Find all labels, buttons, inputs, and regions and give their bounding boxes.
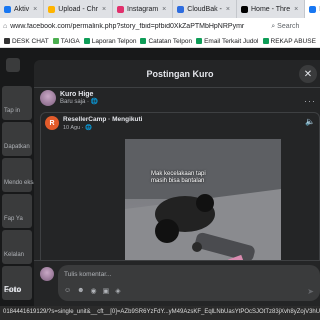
- tab-close-icon[interactable]: ×: [162, 6, 166, 13]
- gif-icon[interactable]: ▣: [103, 287, 110, 295]
- volume-icon[interactable]: 🔈: [305, 117, 315, 126]
- tab-favicon-icon: [117, 5, 125, 13]
- browser-tab[interactable]: CloudBak - ×: [173, 0, 237, 18]
- bookmark-item[interactable]: TAIGA: [52, 37, 80, 45]
- browser-tab[interactable]: Instagram ×: [113, 0, 174, 18]
- post-time[interactable]: Baru saja · 🌐: [60, 98, 98, 105]
- tab-favicon-icon: [4, 5, 11, 13]
- browser-tab[interactable]: Home - Thre ×: [237, 0, 306, 18]
- send-icon[interactable]: ➤: [307, 287, 314, 296]
- background-thumbnail: [2, 122, 32, 156]
- tab-title: Upload - Chr: [58, 5, 98, 13]
- bookmarks-bar: DESK CHAT TAIGA Laporan Telpon Catatan Telp…: [0, 35, 320, 48]
- browser-tab[interactable]: Facebook×: [305, 0, 320, 18]
- close-icon: ✕: [303, 68, 313, 80]
- background-label: Tap in: [4, 108, 21, 114]
- status-url: 0184441619129/?s=single_unit&__cft__[0]=…: [0, 306, 320, 320]
- background-thumbnail: [2, 230, 32, 264]
- comment-tools: ☺ ☻ ◉ ▣ ◈: [64, 287, 121, 295]
- bookmark-item[interactable]: Email Terkait Judol: [196, 37, 259, 45]
- post-author: Kuro Hige Baru saja · 🌐: [40, 90, 98, 106]
- tab-title: Aktiv: [14, 5, 30, 13]
- tab-close-icon[interactable]: ×: [102, 6, 106, 13]
- bookmark-icon: [52, 38, 59, 44]
- bookmark-label: Catatan Telpon: [148, 37, 193, 45]
- tab-close-icon[interactable]: ×: [294, 6, 298, 13]
- browser-tab[interactable]: Aktiv ×: [0, 0, 45, 18]
- camera-icon[interactable]: ◉: [91, 287, 97, 295]
- comment-box[interactable]: ☺ ☻ ◉ ▣ ◈ ➤: [58, 265, 320, 301]
- author-name[interactable]: Kuro Hige: [60, 91, 98, 98]
- comment-input[interactable]: [64, 268, 264, 280]
- tab-close-icon[interactable]: ×: [33, 6, 37, 13]
- background-label: Mendo eksa: [4, 180, 37, 186]
- tab-title: Instagram: [127, 5, 159, 13]
- tab-strip: Aktiv × Upload - Chr × Instagram × CloudBak - ×…: [0, 0, 320, 18]
- modal-title: Postingan Kuro: [146, 68, 214, 79]
- tab-favicon-icon: [177, 5, 185, 13]
- address-bar[interactable]: ⌂ www.facebook.com/permalink.php?story_f…: [0, 18, 320, 35]
- tab-title: Home - Thre: [251, 5, 291, 13]
- bookmark-icon: [196, 38, 203, 44]
- facebook-logo-icon: [6, 58, 20, 72]
- browser-tab[interactable]: Upload - Chr ×: [44, 0, 114, 18]
- photos-section-label: Foto: [4, 285, 22, 294]
- sticker-icon[interactable]: ◈: [115, 287, 120, 295]
- bookmark-icon: [262, 38, 269, 44]
- avatar[interactable]: [40, 90, 56, 106]
- bookmark-label: DESK CHAT: [12, 37, 49, 45]
- bookmark-label: Laporan Telpon: [91, 37, 137, 45]
- tab-title: CloudBak -: [187, 5, 222, 13]
- bookmark-label: TAIGA: [60, 37, 80, 45]
- more-options-icon[interactable]: ···: [304, 96, 316, 106]
- emoji-icon[interactable]: ☻: [77, 287, 84, 295]
- tab-close-icon[interactable]: ×: [226, 6, 230, 13]
- search-icon: ⌕: [271, 22, 276, 30]
- bookmark-label: Email Terkait Judol: [204, 37, 259, 45]
- tab-favicon-icon: [48, 5, 56, 13]
- background-thumbnail: [2, 86, 32, 120]
- comment-bar: ☺ ☻ ◉ ▣ ◈ ➤: [34, 260, 320, 306]
- background-thumbnail: [2, 158, 32, 192]
- page-name[interactable]: ResellerCamp · Mengikuti: [63, 116, 142, 123]
- bookmark-item[interactable]: Laporan Telpon: [83, 37, 137, 45]
- url-text[interactable]: www.facebook.com/permalink.php?story_fbi…: [10, 23, 265, 30]
- modal-header: Postingan Kuro ✕: [34, 60, 320, 88]
- post-modal: Postingan Kuro ✕ Kuro Hige Baru saja · 🌐…: [34, 60, 320, 306]
- bookmark-icon: [4, 38, 10, 44]
- tab-favicon-icon: [309, 5, 317, 13]
- avatar-sticker-icon[interactable]: ☺: [64, 287, 71, 295]
- search-box[interactable]: ⌕ Search: [271, 23, 299, 31]
- bookmark-icon: [140, 38, 147, 44]
- avatar[interactable]: [40, 267, 54, 281]
- background-thumbnail: [2, 194, 32, 228]
- shared-post-time[interactable]: 10 Agu · 🌐: [63, 125, 92, 131]
- video-caption: Mak kecelakaan tapi masih bisa bantalan: [151, 171, 206, 184]
- close-button[interactable]: ✕: [299, 65, 317, 83]
- search-placeholder: Search: [277, 23, 300, 30]
- page-logo-icon[interactable]: R: [45, 116, 59, 130]
- shared-post-header: R ResellerCamp · Mengikuti 10 Agu · 🌐 🔈: [41, 113, 319, 137]
- bookmark-item[interactable]: REKAP ABUSE: [262, 37, 316, 45]
- bookmark-icon: [83, 38, 90, 44]
- background-label: Kelalan: [4, 252, 25, 258]
- background-label: Fap Ya: [4, 216, 23, 222]
- bookmark-label: REKAP ABUSE: [270, 37, 316, 45]
- bookmark-item[interactable]: DESK CHAT: [4, 38, 49, 45]
- background-label: Dapatkan: [4, 144, 30, 150]
- bookmark-item[interactable]: Catatan Telpon: [140, 38, 192, 45]
- site-info-icon[interactable]: ⌂: [3, 23, 7, 30]
- background-thumbnail: [2, 266, 32, 300]
- tab-favicon-icon: [241, 5, 248, 13]
